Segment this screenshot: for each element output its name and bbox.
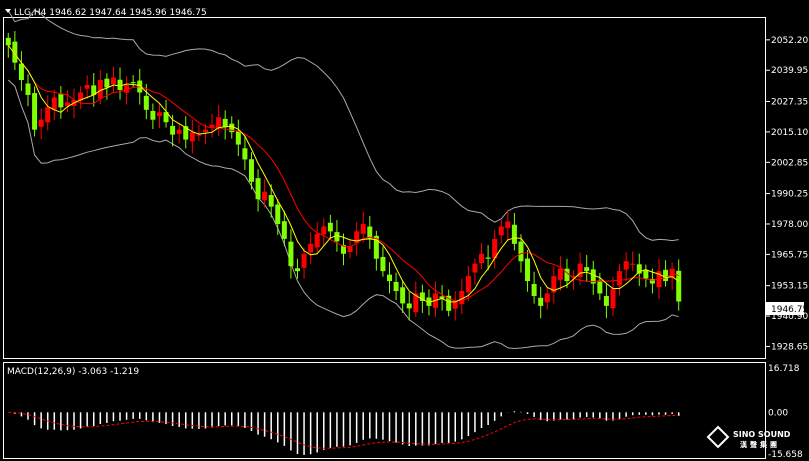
- candle-body: [255, 178, 261, 200]
- candle-body: [597, 280, 603, 294]
- candle-body: [248, 159, 254, 182]
- price-tick-label: 1953.15: [771, 282, 808, 292]
- candle-body: [281, 221, 287, 239]
- candle-body: [387, 274, 393, 282]
- candle-body: [314, 233, 320, 248]
- price-tick-label: 1928.65: [771, 342, 808, 352]
- candle-body: [189, 132, 195, 142]
- chart-menu-arrow-icon[interactable]: [5, 9, 11, 13]
- candle-body: [25, 83, 31, 95]
- candle-body: [630, 263, 636, 265]
- price-tick-label: 1978.00: [771, 220, 808, 230]
- candle-body: [663, 269, 669, 282]
- candle-body: [156, 112, 162, 117]
- candle-body: [38, 119, 44, 127]
- candle-body: [110, 77, 116, 85]
- candle-body: [472, 263, 478, 273]
- candle-body: [288, 241, 294, 267]
- candle-body: [84, 85, 90, 89]
- candle-body: [544, 293, 550, 303]
- candle-body: [18, 63, 24, 81]
- candle-body: [465, 276, 471, 293]
- candle-body: [301, 253, 307, 268]
- macd-tick-label: 16.718: [768, 364, 800, 374]
- bollinger-lower-line: [7, 79, 679, 350]
- candle-body: [603, 296, 609, 306]
- candle-body: [117, 79, 123, 90]
- candle-body: [130, 82, 136, 84]
- current-price-label: 1946.75: [771, 305, 808, 315]
- candle-body: [557, 268, 563, 280]
- trading-chart: 2052.20 2039.95 2027.35 2015.10 2002.85 1990.…: [3, 8, 808, 460]
- candle-body: [58, 94, 64, 108]
- candle-body: [400, 287, 406, 304]
- price-tick-label: 2052.20: [771, 36, 808, 46]
- candle-body: [97, 80, 103, 99]
- macd-header: MACD(12,26,9) -3.063 -1.219: [7, 367, 139, 377]
- candle-body: [518, 241, 524, 262]
- candle-body: [5, 37, 11, 46]
- candle-body: [262, 191, 268, 201]
- candle-body: [334, 232, 340, 242]
- candle-body: [222, 118, 228, 128]
- candle-body: [45, 107, 51, 123]
- candle-body: [498, 226, 504, 236]
- candle-body: [406, 303, 412, 309]
- candle-body: [150, 110, 156, 120]
- price-tick-label: 1965.75: [771, 250, 808, 260]
- candle-body: [617, 271, 623, 286]
- macd-plot: [8, 411, 680, 455]
- candle-body: [176, 129, 182, 134]
- candle-body: [216, 117, 222, 128]
- candle-body: [380, 256, 386, 272]
- candle-body: [479, 253, 485, 264]
- candle-body: [196, 134, 202, 136]
- candle-body: [327, 222, 333, 232]
- candle-body: [294, 268, 300, 272]
- candle-body: [32, 93, 38, 130]
- macd-tick-label: -15.658: [768, 450, 803, 460]
- candle-body: [531, 284, 537, 296]
- candle-body: [525, 258, 531, 282]
- sino-sound-logo: SINO SOUND 漢聲集團: [706, 425, 791, 449]
- bollinger-upper-line: [7, 9, 679, 242]
- candle-body: [209, 124, 215, 128]
- price-tick-label: 2002.85: [771, 158, 808, 168]
- price-tick-label: 2039.95: [771, 66, 808, 76]
- candle-body: [485, 257, 491, 259]
- price-tick-label: 2015.10: [771, 128, 808, 138]
- candle-body: [610, 288, 616, 309]
- candle-body: [511, 224, 517, 244]
- candle-body: [268, 195, 274, 207]
- macd-tick-label: 0.00: [768, 408, 788, 418]
- symbol-header: LLG,H4 1946.62 1947.64 1945.96 1946.75: [14, 8, 207, 18]
- candle-body: [360, 223, 366, 234]
- watermark-brand: SINO SOUND: [733, 430, 791, 439]
- candle-body: [235, 131, 241, 145]
- candle-body: [51, 97, 57, 110]
- candle-body: [393, 281, 399, 291]
- candle-body: [538, 297, 544, 306]
- candle-body: [143, 95, 149, 110]
- price-tick-label: 2027.35: [771, 98, 808, 108]
- candle-body: [308, 243, 314, 253]
- candle-body: [242, 148, 248, 160]
- candle-body: [643, 269, 649, 279]
- candle-body: [505, 221, 511, 228]
- main-pane-frame: [3, 17, 766, 359]
- candle-body: [202, 129, 208, 133]
- candle-body: [584, 267, 590, 272]
- candle-body: [623, 261, 629, 270]
- candle-body: [170, 125, 176, 135]
- price-plot: [5, 9, 682, 350]
- logo-diamond-icon: [706, 425, 730, 449]
- candle-body: [275, 204, 281, 224]
- watermark-chinese: 漢聲集團: [740, 440, 780, 449]
- candle-body: [321, 226, 327, 235]
- price-tick-label: 1990.25: [771, 190, 808, 200]
- candle-body: [104, 78, 110, 88]
